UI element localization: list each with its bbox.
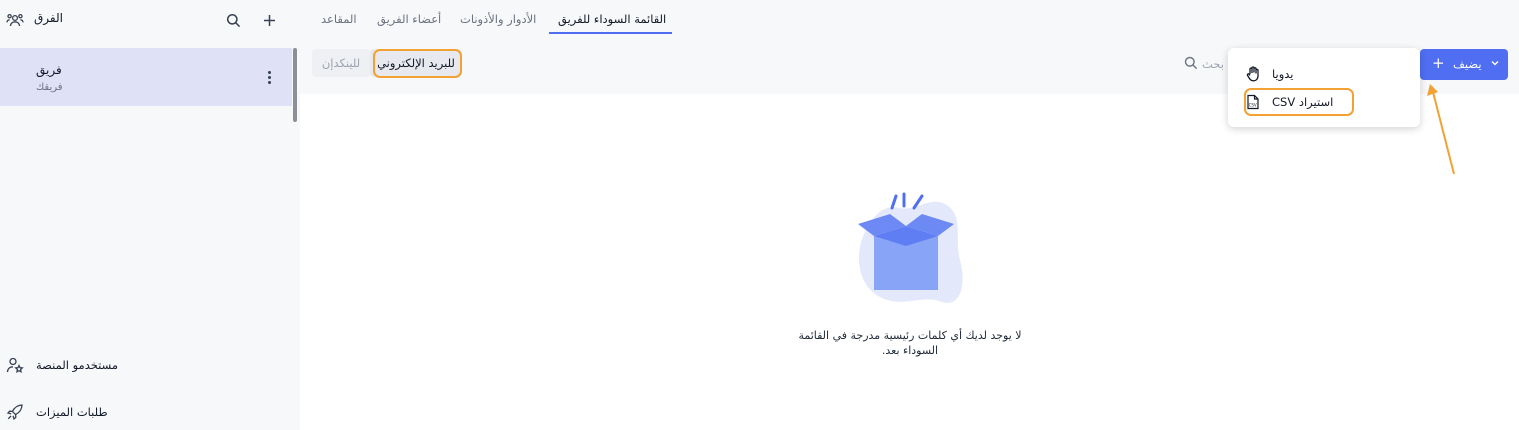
menu-item-import-csv-label: CSV استيراد — [1272, 95, 1334, 109]
menu-item-manual[interactable]: يدويا — [1246, 64, 1406, 84]
filter-linkedin-button[interactable]: للينكدإن — [312, 49, 370, 77]
top-nav: القائمة السوداء للفريق الأدوار والأذونات… — [300, 0, 1519, 40]
team-name: فريق — [36, 63, 62, 77]
feature-requests-label: طلبات الميزات — [36, 405, 108, 419]
teams-icon — [5, 10, 25, 30]
add-team-icon[interactable] — [259, 10, 279, 30]
empty-box-illustration — [858, 192, 963, 303]
tab-seats[interactable]: المقاعد — [321, 12, 357, 26]
empty-state-line-1: لا يوجد لديك أي كلمات رئيسية مدرجة في ال… — [798, 329, 1022, 342]
filter-linkedin-label: للينكدإن — [321, 56, 361, 70]
add-button-label: يضيف — [1453, 57, 1482, 71]
rocket-icon — [5, 402, 25, 422]
sidebar-item-platform-users[interactable]: مستخدمو المنصة — [0, 353, 300, 379]
tab-roles-permissions[interactable]: الأدوار والأذونات — [460, 12, 536, 26]
tab-team-blacklist[interactable]: القائمة السوداء للفريق — [558, 12, 666, 26]
team-subtitle: فريقك — [36, 82, 63, 93]
empty-state-message: لا يوجد لديك أي كلمات رئيسية مدرجة في ال… — [791, 328, 1029, 358]
annotation-arrow-icon — [1427, 84, 1455, 175]
tab-team-members[interactable]: أعضاء الفريق — [377, 12, 441, 26]
app-root: الفرق فريق فريقك مستخدمو المنصة طلبات ال… — [0, 0, 1519, 430]
svg-text:CSV: CSV — [1249, 103, 1257, 108]
sidebar-scrollbar[interactable] — [293, 48, 297, 122]
platform-users-label: مستخدمو المنصة — [36, 358, 119, 372]
csv-file-icon: CSV — [1247, 94, 1259, 110]
user-star-icon — [5, 355, 25, 375]
sidebar: الفرق فريق فريقك مستخدمو المنصة طلبات ال… — [0, 0, 300, 430]
sidebar-item-feature-requests[interactable]: طلبات الميزات — [0, 400, 300, 426]
menu-item-import-csv[interactable]: CSV CSV استيراد — [1246, 92, 1406, 112]
more-options-icon[interactable] — [262, 68, 276, 86]
search-placeholder: بحث — [1202, 57, 1224, 71]
sidebar-header: الفرق — [0, 0, 300, 40]
empty-state-line-2: السوداء بعد. — [881, 344, 939, 357]
filter-email-button[interactable]: للبريد الإلكتروني — [370, 49, 462, 77]
add-dropdown-menu: يدويا CSV CSV استيراد — [1228, 48, 1420, 127]
search-icon[interactable] — [223, 10, 243, 30]
sidebar-title: الفرق — [34, 11, 63, 25]
menu-item-manual-label: يدويا — [1272, 67, 1294, 81]
hand-icon — [1246, 66, 1259, 82]
filter-email-label: للبريد الإلكتروني — [377, 56, 455, 70]
chevron-down-icon — [1491, 61, 1499, 66]
search-icon — [1184, 56, 1198, 70]
plus-icon: + — [1432, 54, 1445, 72]
add-button[interactable]: + يضيف — [1420, 49, 1508, 80]
sidebar-item-team[interactable]: فريق فريقك — [0, 48, 292, 106]
active-tab-indicator — [549, 32, 672, 34]
